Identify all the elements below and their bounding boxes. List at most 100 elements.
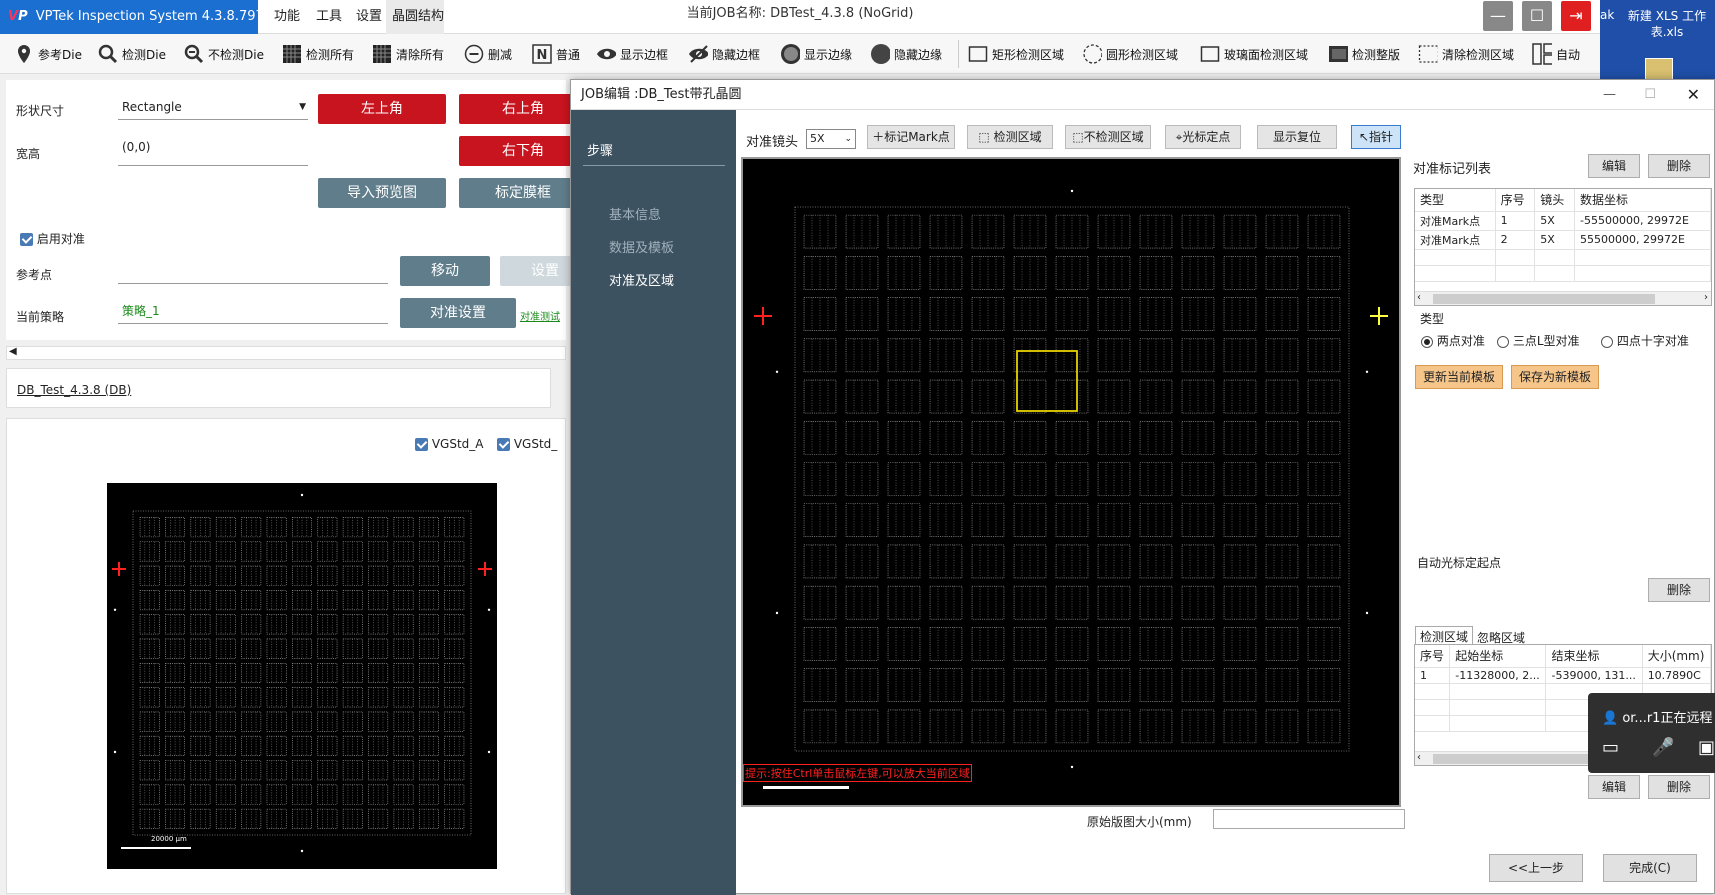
tool-auto[interactable]: 自动 <box>1532 34 1580 74</box>
update-template-button[interactable]: 更新当前模板 <box>1415 365 1503 389</box>
inspect-region-rect[interactable] <box>1016 350 1078 412</box>
column-header[interactable]: 序号 <box>1415 645 1451 668</box>
menu-settings[interactable]: 设置 <box>350 0 388 34</box>
menu-tools[interactable]: 工具 <box>310 0 348 34</box>
marker-dot <box>487 750 491 754</box>
table-row[interactable]: 对准Mark点 2 5X 55500000, 29972E <box>1415 230 1711 250</box>
tool-inspect-die[interactable]: 检测Die <box>98 34 166 74</box>
tool-rect-region[interactable]: 矩形检测区域 <box>968 34 1064 74</box>
tab-inspect-region[interactable]: 检测区域 <box>1415 626 1474 646</box>
inspect-region-button[interactable]: ⬚ 检测区域 <box>967 125 1053 149</box>
tool-full-plate[interactable]: 检测整版 <box>1328 34 1400 74</box>
microphone-icon[interactable]: 🎤 <box>1652 737 1674 758</box>
tool-clear-region[interactable]: 清除检测区域 <box>1418 34 1514 74</box>
menu-function[interactable]: 功能 <box>268 0 306 34</box>
tool-hide-border[interactable]: 隐藏边框 <box>688 34 760 74</box>
column-header[interactable]: 序号 <box>1495 189 1536 212</box>
scroll-thumb[interactable] <box>1433 294 1655 304</box>
alignment-mark[interactable] <box>478 562 492 576</box>
alignment-mark[interactable] <box>112 562 126 576</box>
menu-wafer-structure[interactable]: 晶圆结构 <box>386 0 444 34</box>
column-header[interactable]: 大小(mm) <box>1642 645 1711 668</box>
table-row[interactable]: 1 -11328000, 2... -539000, 131... 10.7890C <box>1415 667 1711 684</box>
tool-normal[interactable]: N 普通 <box>532 34 580 74</box>
tool-show-edge[interactable]: 显示边缘 <box>780 34 852 74</box>
move-button[interactable]: 移动 <box>400 256 490 286</box>
tool-label: 圆形检测区域 <box>1106 47 1179 62</box>
enable-align-checkbox[interactable]: 启用对准 <box>20 230 85 247</box>
tool-skip-die[interactable]: 不检测Die <box>184 34 264 74</box>
calibrate-frame-button[interactable]: 标定膜框 <box>459 178 587 208</box>
bottom-right-button[interactable]: 右下角 <box>459 136 587 166</box>
mark-delete-button[interactable]: 删除 <box>1648 154 1710 178</box>
auto-cursor-delete-button[interactable]: 删除 <box>1648 578 1710 602</box>
size-input[interactable]: (0,0) <box>118 136 308 166</box>
tool-hide-edge[interactable]: 隐藏边缘 <box>870 34 942 74</box>
column-header[interactable]: 数据坐标 <box>1574 189 1711 212</box>
region-edit-button[interactable]: 编辑 <box>1588 775 1640 799</box>
exit-button[interactable]: ⇥ <box>1561 1 1591 31</box>
minus-circle-icon <box>464 44 484 64</box>
wafer-preview-image[interactable]: 20000 μm <box>107 483 497 869</box>
tool-circle-region[interactable]: 圆形检测区域 <box>1082 34 1178 74</box>
dialog-minimize-icon[interactable]: — <box>1603 80 1616 110</box>
layer-b-checkbox[interactable]: VGStd_ <box>497 437 557 451</box>
shape-select[interactable]: Rectangle ▼ <box>118 96 308 120</box>
pointer-button[interactable]: ↖指针 <box>1351 125 1401 149</box>
mark-edit-button[interactable]: 编辑 <box>1588 154 1640 178</box>
wafer-canvas[interactable]: 提示:按住Ctrl单击鼠标左键,可以放大当前区域 <box>741 157 1401 807</box>
dialog-close-icon[interactable]: ✕ <box>1687 80 1700 110</box>
tool-inspect-all[interactable]: 检测所有 <box>282 34 354 74</box>
orig-size-input[interactable] <box>1213 809 1405 829</box>
tool-clear-all[interactable]: 清除所有 <box>372 34 444 74</box>
chat-icon[interactable]: ▭ <box>1602 737 1619 758</box>
strategy-value[interactable]: 策略_1 <box>118 300 388 324</box>
type-three-point[interactable]: 三点L型对准 <box>1497 332 1580 349</box>
alignment-mark[interactable] <box>754 307 772 325</box>
table-cell <box>1574 249 1711 266</box>
keyboard-icon[interactable]: ▣ <box>1698 737 1715 758</box>
ref-point-input[interactable] <box>118 260 388 284</box>
minimize-button[interactable]: — <box>1483 1 1513 31</box>
db-link[interactable]: DB_Test_4.3.8 (DB) <box>17 383 131 397</box>
dialog-maximize-icon[interactable]: ☐ <box>1644 80 1656 110</box>
step-basic-info[interactable]: 基本信息 <box>609 204 661 223</box>
desktop-file-label[interactable]: 新建 XLS 工作表.xls <box>1622 8 1712 40</box>
table-row[interactable]: 对准Mark点 1 5X -55500000, 29972E <box>1415 211 1711 231</box>
lens-select[interactable]: 5X ⌄ <box>806 129 856 149</box>
alignment-mark[interactable] <box>1370 307 1388 325</box>
tool-show-border[interactable]: 显示边框 <box>596 34 668 74</box>
column-header[interactable]: 镜头 <box>1534 189 1575 212</box>
import-preview-button[interactable]: 导入预览图 <box>318 178 446 208</box>
marker-dot <box>300 493 304 497</box>
remote-notification[interactable]: 👤 or...r1正在远程 ▭ 🎤 ▣ <box>1588 693 1715 773</box>
tool-ref-die[interactable]: 参考Die <box>14 34 82 74</box>
tool-glass-region[interactable]: 玻璃面检测区域 <box>1200 34 1308 74</box>
glass-region-icon <box>1200 44 1220 64</box>
save-new-template-button[interactable]: 保存为新模板 <box>1511 365 1599 389</box>
finish-button[interactable]: 完成(C) <box>1603 854 1697 882</box>
no-inspect-region-button[interactable]: ⬚不检测区域 <box>1065 125 1151 149</box>
column-header[interactable]: 结束坐标 <box>1545 645 1643 668</box>
align-settings-button[interactable]: 对准设置 <box>400 298 516 328</box>
align-test-link[interactable]: 对准测试 <box>520 308 560 323</box>
prev-step-button[interactable]: <<上一步 <box>1489 854 1583 882</box>
layer-a-checkbox[interactable]: VGStd_A <box>415 437 483 451</box>
cursor-point-button[interactable]: ⌖光标定点 <box>1165 125 1241 149</box>
maximize-button[interactable]: ☐ <box>1522 1 1552 31</box>
mark-list-scrollbar[interactable]: ‹ › <box>1415 291 1711 305</box>
step-data-template[interactable]: 数据及模板 <box>609 237 674 256</box>
scroll-thumb[interactable] <box>1433 754 1593 764</box>
top-right-button[interactable]: 右上角 <box>459 94 587 124</box>
column-header[interactable]: 起始坐标 <box>1449 645 1547 668</box>
left-h-scrollbar[interactable]: ◀ <box>6 346 566 360</box>
type-four-point[interactable]: 四点十字对准 <box>1601 332 1689 349</box>
top-left-button[interactable]: 左上角 <box>318 94 446 124</box>
region-delete-button[interactable]: 删除 <box>1648 775 1710 799</box>
column-header[interactable]: 类型 <box>1415 189 1496 212</box>
type-two-point[interactable]: 两点对准 <box>1421 332 1485 349</box>
step-align-region[interactable]: 对准及区域 <box>609 270 674 289</box>
reset-view-button[interactable]: 显示复位 <box>1257 125 1337 149</box>
tool-reduce[interactable]: 删减 <box>464 34 512 74</box>
mark-point-button[interactable]: ＋标记Mark点 <box>867 125 955 149</box>
